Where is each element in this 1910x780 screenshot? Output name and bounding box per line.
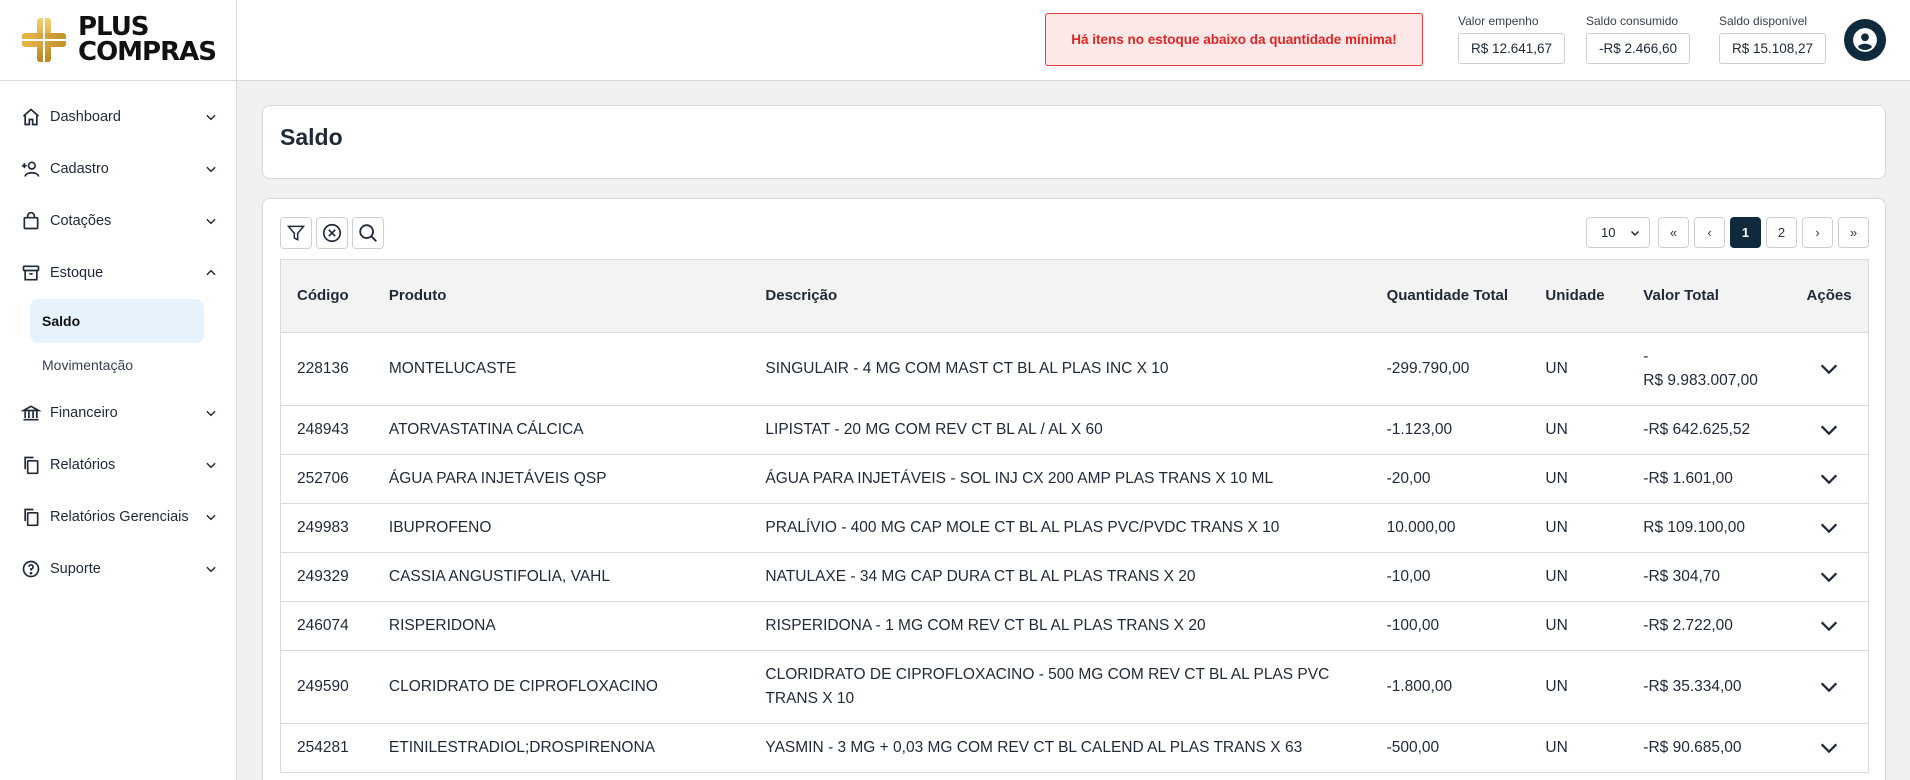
sidebar-item-estoque[interactable]: Estoque (0, 247, 236, 299)
page-button-1[interactable]: 1 (1730, 217, 1761, 248)
sidebar-item-relatorios[interactable]: Relatórios (0, 439, 236, 491)
search-icon (359, 224, 377, 242)
table-header: Código Produto Descrição Quantidade Tota… (281, 260, 1868, 333)
expand-row-button[interactable] (1815, 465, 1843, 493)
table-row: 254281 ETINILESTRADIOL;DROSPIRENONA YASM… (281, 724, 1868, 773)
low-stock-alert: Há itens no estoque abaixo da quantidade… (1045, 13, 1423, 66)
table-row: 228136 MONTELUCASTE SINGULAIR - 4 MG COM… (281, 333, 1868, 406)
chevron-down-icon (1820, 621, 1838, 632)
expand-row-button[interactable] (1815, 673, 1843, 701)
archive-box-icon (20, 262, 42, 284)
stat-saldo-consumido: Saldo consumido -R$ 2.466,60 (1586, 14, 1691, 64)
search-button[interactable] (352, 217, 384, 249)
chevron-down-icon (1820, 572, 1838, 583)
chevron-down-icon (206, 218, 216, 225)
brand-wordmark: PLUS COMPRAS (78, 12, 217, 67)
help-circle-icon (20, 558, 42, 580)
chevron-down-icon (206, 514, 216, 521)
chevron-down-icon (206, 410, 216, 417)
expand-row-button[interactable] (1815, 612, 1843, 640)
expand-row-button[interactable] (1815, 416, 1843, 444)
column-header-acoes: Ações (1806, 287, 1852, 304)
chevron-down-icon (206, 462, 216, 469)
sidebar-nav: Dashboard Cadastro Cotações Estoque Sald… (0, 81, 236, 595)
column-header-descricao[interactable]: Descrição (749, 284, 1370, 308)
saldo-table: Código Produto Descrição Quantidade Tota… (280, 259, 1869, 773)
chevron-down-icon (1820, 523, 1838, 534)
sidebar-item-cadastro[interactable]: Cadastro (0, 143, 236, 195)
sidebar-item-dashboard[interactable]: Dashboard (0, 91, 236, 143)
user-plus-icon (20, 158, 42, 180)
table-row: 248943 ATORVASTATINA CÁLCICA LIPISTAT - … (281, 406, 1868, 455)
stat-saldo-disponivel: Saldo disponível R$ 15.108,27 (1719, 14, 1827, 64)
chevron-down-icon (1820, 364, 1838, 375)
page-title: Saldo (280, 124, 343, 150)
home-icon (20, 106, 42, 128)
stat-valor-empenho: Valor empenho R$ 12.641,67 (1458, 14, 1566, 64)
page-size-select[interactable]: 10 (1586, 217, 1650, 248)
table-row: 249590 CLORIDRATO DE CIPROFLOXACINO CLOR… (281, 651, 1868, 724)
saldo-table-card: 10 « ‹ 1 2 › » Código Produto Descrição … (262, 198, 1886, 780)
top-header: Há itens no estoque abaixo da quantidade… (237, 0, 1910, 81)
column-header-unidade[interactable]: Unidade (1529, 284, 1627, 308)
column-header-codigo[interactable]: Código (281, 284, 373, 308)
brand-logo[interactable]: PLUS COMPRAS (0, 0, 236, 81)
column-header-quantidade[interactable]: Quantidade Total (1371, 284, 1530, 308)
chevron-up-icon (206, 269, 216, 276)
copy-document-icon (20, 454, 42, 476)
table-row: 249983 IBUPROFENO PRALÍVIO - 400 MG CAP … (281, 504, 1868, 553)
table-row: 246074 RISPERIDONA RISPERIDONA - 1 MG CO… (281, 602, 1868, 651)
last-page-button[interactable]: » (1838, 217, 1869, 248)
prev-page-button[interactable]: ‹ (1694, 217, 1725, 248)
chevron-down-icon (206, 114, 216, 121)
sidebar-item-financeiro[interactable]: Financeiro (0, 387, 236, 439)
sidebar-item-cotacoes[interactable]: Cotações (0, 195, 236, 247)
clear-filter-icon (322, 223, 342, 243)
page-button-2[interactable]: 2 (1766, 217, 1797, 248)
sidebar-subitem-movimentacao[interactable]: Movimentação (30, 343, 204, 387)
expand-row-button[interactable] (1815, 734, 1843, 762)
copy-document-icon (20, 506, 42, 528)
pagination: 10 « ‹ 1 2 › » (1586, 217, 1869, 248)
sidebar-item-suporte[interactable]: Suporte (0, 543, 236, 595)
chevron-down-icon (206, 566, 216, 573)
chevron-down-icon (1630, 230, 1640, 236)
expand-row-button[interactable] (1815, 563, 1843, 591)
bank-icon (20, 402, 42, 424)
chevron-down-icon (206, 166, 216, 173)
chevron-down-icon (1820, 682, 1838, 693)
chevron-down-icon (1820, 743, 1838, 754)
shopping-bag-icon (20, 210, 42, 232)
sidebar-item-relatorios-gerenciais[interactable]: Relatórios Gerenciais (0, 491, 236, 543)
chevron-down-icon (1820, 474, 1838, 485)
filter-icon (286, 225, 306, 241)
table-row: 249329 CASSIA ANGUSTIFOLIA, VAHL NATULAX… (281, 553, 1868, 602)
column-header-valor[interactable]: Valor Total (1627, 284, 1790, 308)
table-row: 252706 ÁGUA PARA INJETÁVEIS QSP ÁGUA PAR… (281, 455, 1868, 504)
expand-row-button[interactable] (1815, 514, 1843, 542)
sidebar: PLUS COMPRAS Dashboard Cadastro Cotações (0, 0, 237, 780)
next-page-button[interactable]: › (1802, 217, 1833, 248)
plus-logo-icon (20, 16, 68, 64)
sidebar-subitem-saldo[interactable]: Saldo (30, 299, 204, 343)
column-header-produto[interactable]: Produto (373, 284, 750, 308)
chevron-down-icon (1820, 425, 1838, 436)
filter-button[interactable] (280, 217, 312, 249)
user-circle-icon (1853, 28, 1877, 52)
table-toolbar (280, 217, 384, 249)
expand-row-button[interactable] (1815, 355, 1843, 383)
page-title-card: Saldo (262, 105, 1886, 179)
clear-filter-button[interactable] (316, 217, 348, 249)
user-avatar-button[interactable] (1844, 19, 1886, 61)
first-page-button[interactable]: « (1658, 217, 1689, 248)
